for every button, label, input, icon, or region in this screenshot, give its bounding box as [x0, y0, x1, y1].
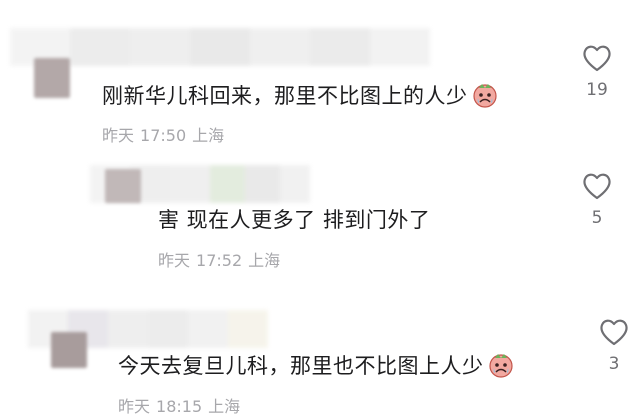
like-count: 3	[608, 354, 620, 374]
location-label: 上海	[192, 126, 225, 145]
heart-icon	[600, 319, 628, 346]
time-label: 18:15	[156, 397, 203, 416]
comment-item-2[interactable]: 害 现在人更多了 排到门外了 昨天 17:52 上海 5	[0, 160, 640, 290]
comment-text: 刚新华儿科回来，那里不比图上的人少	[102, 80, 498, 110]
date-label: 昨天	[102, 126, 135, 145]
like-count: 19	[586, 80, 608, 100]
comment-meta: 昨天 18:15 上海	[118, 393, 246, 417]
avatar[interactable]	[51, 332, 87, 368]
comment-text: 今天去复旦儿科，那里也不比图上人少	[118, 350, 514, 380]
redacted-username-1	[10, 28, 430, 66]
avatar[interactable]	[105, 169, 141, 203]
avatar[interactable]	[34, 58, 70, 98]
comment-item-1[interactable]: 刚新华儿科回来，那里不比图上的人少 昨天 17:50 上海 19	[0, 0, 640, 160]
like-count: 5	[591, 208, 603, 228]
like-button[interactable]: 3	[594, 318, 634, 374]
time-label: 17:50	[140, 126, 187, 145]
like-button[interactable]: 5	[577, 172, 617, 228]
crying-face-emoji-icon	[488, 354, 513, 378]
comment-meta: 昨天 17:50 上海	[102, 122, 230, 146]
date-label: 昨天	[118, 397, 151, 416]
location-label: 上海	[248, 251, 281, 270]
date-label: 昨天	[158, 251, 191, 270]
time-label: 17:52	[196, 251, 243, 270]
like-button[interactable]: 19	[577, 44, 617, 100]
heart-icon	[583, 173, 611, 200]
heart-icon	[583, 45, 611, 72]
comment-item-3[interactable]: 今天去复旦儿科，那里也不比图上人少 昨天 18:15 上海 3	[0, 290, 640, 420]
location-label: 上海	[208, 397, 241, 416]
comment-text: 害 现在人更多了 排到门外了	[158, 208, 431, 232]
comment-meta: 昨天 17:52 上海	[158, 247, 286, 271]
crying-face-emoji-icon	[472, 84, 497, 108]
